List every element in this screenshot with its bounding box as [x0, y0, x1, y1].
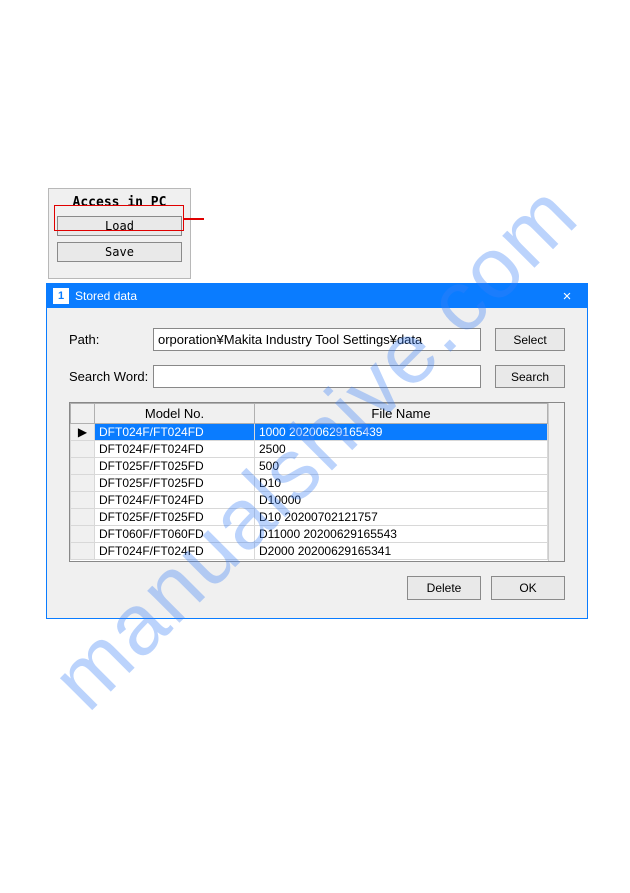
stored-data-dialog: 1 Stored data × Path: Select Search Word…: [46, 283, 588, 619]
dialog-title: Stored data: [75, 289, 547, 303]
cell-file-name: D11000 20200629165543: [255, 526, 548, 543]
path-row: Path: Select: [69, 328, 565, 351]
cell-model-no: DFT025F/FT025FD: [95, 458, 255, 475]
dialog-body: Path: Select Search Word: Search Model N…: [47, 308, 587, 618]
row-marker: [71, 492, 95, 509]
row-marker: ▶: [71, 424, 95, 441]
table-row[interactable]: DFT024F/FT024FD2500: [71, 441, 548, 458]
cell-file-name: D10 20200702121757: [255, 509, 548, 526]
close-button[interactable]: ×: [547, 284, 587, 308]
select-button[interactable]: Select: [495, 328, 565, 351]
row-marker: [71, 526, 95, 543]
table-header-row: Model No. File Name: [71, 404, 548, 424]
load-button[interactable]: Load: [57, 216, 182, 236]
path-label: Path:: [69, 332, 153, 347]
row-marker: [71, 509, 95, 526]
data-table-container: Model No. File Name ▶DFT024F/FT024FD1000…: [69, 402, 565, 562]
search-word-label: Search Word:: [69, 369, 153, 384]
app-icon: 1: [53, 288, 69, 304]
access-in-pc-panel: Access in PC Load Save: [48, 188, 191, 279]
header-marker: [71, 404, 95, 424]
annotation-arrow: [184, 218, 204, 220]
dialog-titlebar: 1 Stored data ×: [47, 284, 587, 308]
table-row[interactable]: DFT025F/FT025FDD10 20200702121757: [71, 509, 548, 526]
table-row[interactable]: DFT024F/FT024FDD2000 20200629165341: [71, 543, 548, 560]
search-row: Search Word: Search: [69, 365, 565, 388]
header-file-name[interactable]: File Name: [255, 404, 548, 424]
header-model-no[interactable]: Model No.: [95, 404, 255, 424]
cell-model-no: DFT024F/FT024FD: [95, 424, 255, 441]
search-button[interactable]: Search: [495, 365, 565, 388]
table-row[interactable]: DFT060F/FT060FDD11000 20200629165543: [71, 526, 548, 543]
cell-model-no: DFT024F/FT024FD: [95, 441, 255, 458]
table-body: ▶DFT024F/FT024FD1000 20200629165439DFT02…: [71, 424, 548, 560]
row-marker: [71, 475, 95, 492]
table-row[interactable]: ▶DFT024F/FT024FD1000 20200629165439: [71, 424, 548, 441]
cell-file-name: 2500: [255, 441, 548, 458]
delete-button[interactable]: Delete: [407, 576, 481, 600]
data-table: Model No. File Name ▶DFT024F/FT024FD1000…: [70, 403, 548, 560]
save-button[interactable]: Save: [57, 242, 182, 262]
cell-model-no: DFT025F/FT025FD: [95, 509, 255, 526]
ok-button[interactable]: OK: [491, 576, 565, 600]
cell-file-name: D2000 20200629165341: [255, 543, 548, 560]
dialog-footer: Delete OK: [69, 576, 565, 600]
cell-file-name: 500: [255, 458, 548, 475]
cell-model-no: DFT025F/FT025FD: [95, 475, 255, 492]
cell-file-name: D10: [255, 475, 548, 492]
row-marker: [71, 458, 95, 475]
table-scrollbar[interactable]: [548, 403, 564, 561]
cell-file-name: D10000: [255, 492, 548, 509]
cell-model-no: DFT024F/FT024FD: [95, 543, 255, 560]
access-panel-title: Access in PC: [57, 193, 182, 216]
cell-model-no: DFT060F/FT060FD: [95, 526, 255, 543]
row-marker: [71, 543, 95, 560]
cell-file-name: 1000 20200629165439: [255, 424, 548, 441]
path-input[interactable]: [153, 328, 481, 351]
search-input[interactable]: [153, 365, 481, 388]
cell-model-no: DFT024F/FT024FD: [95, 492, 255, 509]
table-row[interactable]: DFT025F/FT025FDD10: [71, 475, 548, 492]
table-row[interactable]: DFT025F/FT025FD500: [71, 458, 548, 475]
table-row[interactable]: DFT024F/FT024FDD10000: [71, 492, 548, 509]
row-marker: [71, 441, 95, 458]
